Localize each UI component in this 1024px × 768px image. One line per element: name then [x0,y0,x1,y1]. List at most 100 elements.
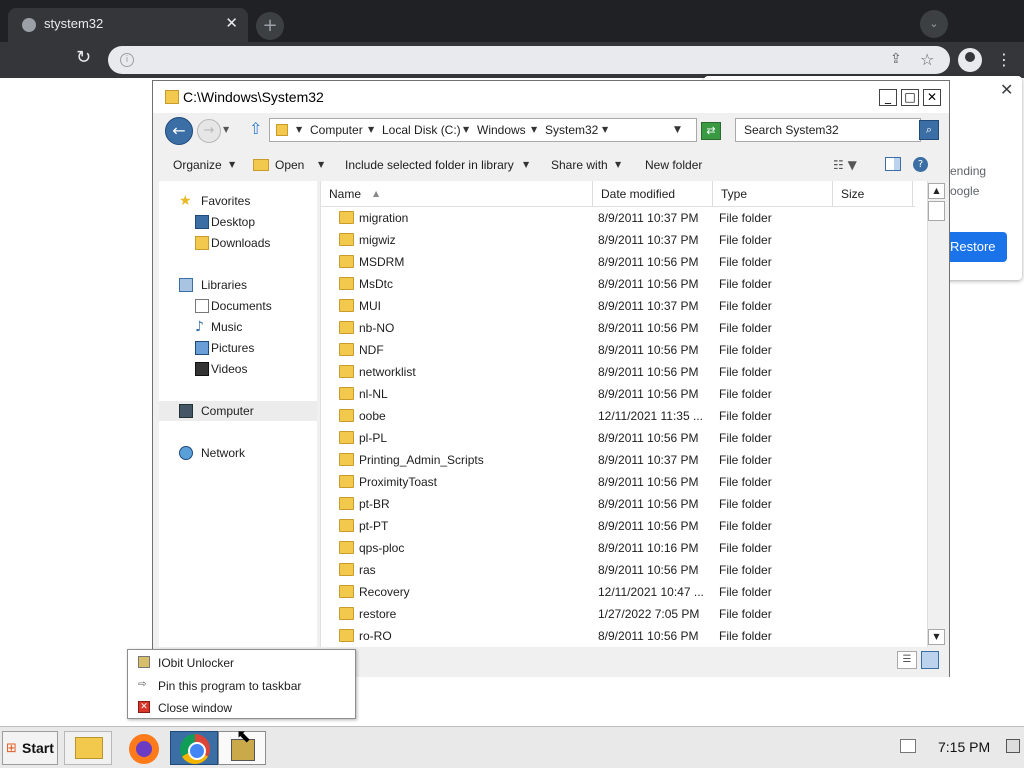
nav-item-desktop[interactable]: Desktop [159,212,317,232]
close-window-item[interactable]: ✕ Close window [128,697,355,719]
column-header-date[interactable]: Date modified [593,181,713,207]
change-view-icon[interactable]: ☷ ▼ [833,158,857,172]
close-icon[interactable]: ✕ [1000,80,1013,99]
file-row[interactable]: MSDRM 8/9/2011 10:56 PM File folder [321,251,915,273]
info-icon[interactable]: i [120,53,134,67]
profile-avatar-icon[interactable] [958,48,982,72]
nav-item-downloads[interactable]: Downloads [159,233,317,253]
column-header-type[interactable]: Type [713,181,833,207]
include-in-library-button[interactable]: Include selected folder in library [345,158,514,172]
file-row[interactable]: Printing_Admin_Scripts 8/9/2011 10:37 PM F… [321,449,915,471]
file-row[interactable]: MUI 8/9/2011 10:37 PM File folder [321,295,915,317]
nav-item-videos[interactable]: Videos [159,359,317,379]
scroll-up-arrow-icon[interactable]: ▲ [928,183,945,199]
file-row[interactable]: oobe 12/11/2021 11:35 ... File folder [321,405,915,427]
nav-label: Favorites [201,194,251,208]
jump-list-app-item[interactable]: IObit Unlocker [128,652,355,674]
taskbar-chrome-button[interactable] [170,731,218,765]
search-input[interactable]: Search System32 [735,118,921,142]
tab-close-icon[interactable]: ✕ [225,14,238,32]
tab-search-icon[interactable]: ⌄ [920,10,948,38]
new-folder-button[interactable]: New folder [645,158,702,172]
close-button[interactable]: ✕ [923,89,941,106]
breadcrumb-system32[interactable]: System32 [545,123,598,137]
chevron-down-icon[interactable]: ▼ [296,125,302,134]
preview-pane-icon[interactable] [885,157,901,171]
chevron-down-icon[interactable]: ▼ [523,160,529,169]
file-row[interactable]: ras 8/9/2011 10:56 PM File folder [321,559,915,581]
file-row[interactable]: pt-PT 8/9/2011 10:56 PM File folder [321,515,915,537]
up-arrow-icon[interactable]: ⇧ [249,119,262,138]
chevron-down-icon[interactable]: ▼ [531,125,537,134]
share-with-button[interactable]: Share with [551,158,608,172]
new-tab-button[interactable]: + [256,12,284,40]
file-row[interactable]: migwiz 8/9/2011 10:37 PM File folder [321,229,915,251]
file-row[interactable]: qps-ploc 8/9/2011 10:16 PM File folder [321,537,915,559]
scrollbar-thumb[interactable] [928,201,945,221]
breadcrumb-local-disk[interactable]: Local Disk (C:) [382,123,461,137]
action-center-flag-icon[interactable] [900,739,916,753]
nav-item-favorites[interactable]: ★ Favorites [159,191,317,211]
bookmark-star-icon[interactable]: ☆ [920,50,934,69]
nav-item-documents[interactable]: Documents [159,296,317,316]
details-view-icon[interactable]: ☰ [897,651,917,669]
reload-icon[interactable]: ↻ [76,47,91,68]
file-row[interactable]: ProximityToast 8/9/2011 10:56 PM File fold… [321,471,915,493]
file-row[interactable]: Recovery 12/11/2021 10:47 ... File folder [321,581,915,603]
breadcrumb-windows[interactable]: Windows [477,123,526,137]
file-row[interactable]: MsDtc 8/9/2011 10:56 PM File folder [321,273,915,295]
maximize-button[interactable]: □ [901,89,919,106]
file-row[interactable]: pl-PL 8/9/2011 10:56 PM File folder [321,427,915,449]
nav-item-network[interactable]: Network [159,443,317,463]
search-icon[interactable]: ⌕ [919,120,939,140]
chevron-down-icon[interactable]: ▼ [615,160,621,169]
column-header-name[interactable]: Name ▲ [321,181,593,207]
start-button[interactable]: ⊞ Start [2,731,58,765]
pin-to-taskbar-item[interactable]: ⇨ Pin this program to taskbar [128,675,355,697]
explorer-address-bar[interactable]: ▼ Computer ▼ Local Disk (C:) ▼ Windows ▼… [269,118,697,142]
share-icon[interactable]: ⇪ [890,51,902,67]
file-name: nb-NO [359,321,395,335]
column-header-size[interactable]: Size [833,181,913,207]
organize-button[interactable]: Organize [173,158,222,172]
back-arrow-icon[interactable]: ← [165,117,193,145]
file-row[interactable]: restore 1/27/2022 7:05 PM File folder [321,603,915,625]
chevron-down-icon[interactable]: ▼ [602,125,608,134]
refresh-icon[interactable]: ⇄ [701,122,721,140]
recent-pages-dropdown-icon[interactable]: ▼ [223,125,229,134]
chevron-down-icon[interactable]: ▼ [318,160,324,169]
file-date-modified: 8/9/2011 10:56 PM [598,519,699,533]
forward-arrow-icon[interactable]: → [197,119,221,143]
scroll-down-arrow-icon[interactable]: ▼ [928,629,945,645]
title-bar[interactable]: C:\Windows\System32 _ □ ✕ [153,81,949,113]
nav-item-music[interactable]: ♪ Music [159,317,317,337]
browser-tab[interactable]: stystem32 ✕ [8,8,248,42]
chevron-down-icon[interactable]: ▼ [368,125,374,134]
chevron-down-icon[interactable]: ▼ [229,160,235,169]
large-icons-view-icon[interactable] [921,651,939,669]
chevron-down-icon[interactable]: ▼ [463,125,469,134]
file-row[interactable]: nb-NO 8/9/2011 10:56 PM File folder [321,317,915,339]
open-button[interactable]: Open [275,158,304,172]
nav-item-libraries[interactable]: Libraries [159,275,317,295]
file-row[interactable]: NDF 8/9/2011 10:56 PM File folder [321,339,915,361]
taskbar-firefox-button[interactable] [118,731,168,765]
vertical-scrollbar[interactable]: ▲ ▼ [927,181,945,647]
breadcrumb-computer[interactable]: Computer [310,123,363,137]
help-icon[interactable]: ? [913,157,928,172]
file-type: File folder [719,431,772,445]
file-row[interactable]: migration 8/9/2011 10:37 PM File folder [321,207,915,229]
file-row[interactable]: nl-NL 8/9/2011 10:56 PM File folder [321,383,915,405]
nav-item-pictures[interactable]: Pictures [159,338,317,358]
menu-kebab-icon[interactable]: ⋮ [996,48,1012,72]
file-row[interactable]: pt-BR 8/9/2011 10:56 PM File folder [321,493,915,515]
file-row[interactable]: networklist 8/9/2011 10:56 PM File folder [321,361,915,383]
taskbar-clock[interactable]: 7:15 PM [938,739,990,755]
nav-item-computer[interactable]: Computer [159,401,317,421]
minimize-button[interactable]: _ [879,89,897,106]
file-row[interactable]: ro-RO 8/9/2011 10:56 PM File folder [321,625,915,647]
address-dropdown-icon[interactable]: ▼ [674,125,681,135]
taskbar-explorer-button[interactable] [64,731,112,765]
show-desktop-icon[interactable] [1006,739,1020,753]
address-bar[interactable]: i ⇪ ☆ [108,46,950,74]
